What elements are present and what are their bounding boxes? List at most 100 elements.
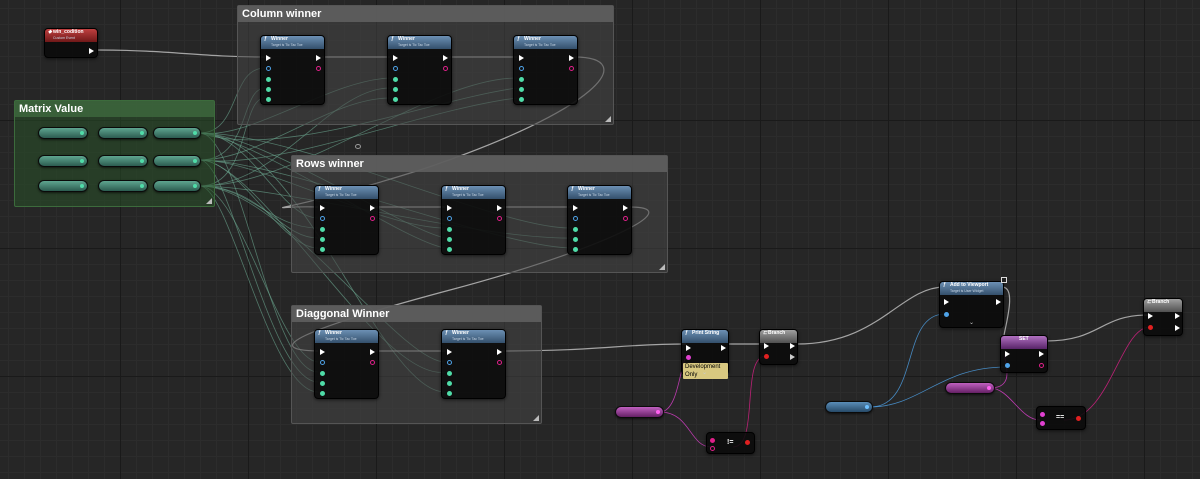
resize-handle-icon[interactable] bbox=[605, 116, 611, 122]
set-node[interactable]: SET bbox=[1000, 335, 1048, 373]
target-pin-icon[interactable] bbox=[320, 216, 325, 221]
condition-pin-icon[interactable] bbox=[764, 354, 769, 359]
winner-node[interactable]: ƒ Winner Target is Tic Tac Toe bbox=[314, 185, 379, 255]
bool-out-pin-icon[interactable] bbox=[569, 66, 574, 71]
exec-out-pin-icon[interactable] bbox=[996, 299, 1001, 305]
vector-in-pin-icon[interactable] bbox=[393, 77, 398, 82]
vector-in-pin-icon[interactable] bbox=[519, 97, 524, 102]
bool-out-pin-icon[interactable] bbox=[1039, 363, 1044, 368]
resize-handle-icon[interactable] bbox=[659, 264, 665, 270]
winner-node[interactable]: ƒ Winner Target is Tic Tac Toe bbox=[387, 35, 452, 105]
exec-in-pin-icon[interactable] bbox=[320, 349, 325, 355]
matrix-value-getter[interactable] bbox=[98, 155, 148, 167]
vector-in-pin-icon[interactable] bbox=[519, 87, 524, 92]
vector-in-pin-icon[interactable] bbox=[320, 227, 325, 232]
exec-in-pin-icon[interactable] bbox=[573, 205, 578, 211]
chevron-down-icon[interactable]: ⌄ bbox=[702, 369, 707, 376]
vector-in-pin-icon[interactable] bbox=[320, 381, 325, 386]
string-pin-icon[interactable] bbox=[686, 355, 691, 360]
input-pin-icon[interactable] bbox=[710, 438, 715, 443]
variable-getter[interactable] bbox=[615, 406, 664, 418]
winner-node[interactable]: ƒ Winner Target is Tic Tac Toe bbox=[441, 185, 506, 255]
resize-handle-icon[interactable] bbox=[533, 415, 539, 421]
bool-out-pin-icon[interactable] bbox=[316, 66, 321, 71]
reroute-node-icon[interactable] bbox=[355, 144, 361, 149]
matrix-value-getter[interactable] bbox=[98, 127, 148, 139]
vector-in-pin-icon[interactable] bbox=[573, 227, 578, 232]
matrix-value-getter[interactable] bbox=[38, 127, 88, 139]
false-exec-pin-icon[interactable] bbox=[790, 354, 795, 360]
input-pin-icon[interactable] bbox=[710, 446, 715, 451]
condition-pin-icon[interactable] bbox=[1148, 325, 1153, 330]
exec-in-pin-icon[interactable] bbox=[393, 55, 398, 61]
bool-out-pin-icon[interactable] bbox=[443, 66, 448, 71]
resize-handle-icon[interactable] bbox=[206, 198, 212, 204]
variable-getter[interactable] bbox=[945, 382, 995, 394]
bool-out-pin-icon[interactable] bbox=[623, 216, 628, 221]
bool-out-pin-icon[interactable] bbox=[497, 216, 502, 221]
exec-in-pin-icon[interactable] bbox=[764, 343, 769, 349]
vector-in-pin-icon[interactable] bbox=[447, 247, 452, 252]
target-pin-icon[interactable] bbox=[266, 66, 271, 71]
false-exec-pin-icon[interactable] bbox=[1175, 325, 1180, 331]
matrix-value-getter[interactable] bbox=[38, 155, 88, 167]
vector-in-pin-icon[interactable] bbox=[573, 247, 578, 252]
exec-in-pin-icon[interactable] bbox=[447, 349, 452, 355]
vector-in-pin-icon[interactable] bbox=[447, 237, 452, 242]
exec-out-pin-icon[interactable] bbox=[623, 205, 628, 211]
winner-node[interactable]: ƒ Winner Target is Tic Tac Toe bbox=[260, 35, 325, 105]
vector-in-pin-icon[interactable] bbox=[447, 381, 452, 386]
target-pin-icon[interactable] bbox=[573, 216, 578, 221]
exec-out-pin-icon[interactable] bbox=[370, 349, 375, 355]
variable-getter[interactable] bbox=[825, 401, 873, 413]
object-pin-icon[interactable] bbox=[1005, 363, 1010, 368]
exec-in-pin-icon[interactable] bbox=[266, 55, 271, 61]
add-to-viewport-node[interactable]: ƒ Add to Viewport Target is User Widget … bbox=[939, 281, 1004, 328]
exec-out-pin-icon[interactable] bbox=[89, 48, 94, 54]
exec-in-pin-icon[interactable] bbox=[519, 55, 524, 61]
matrix-value-getter[interactable] bbox=[153, 180, 201, 192]
bool-out-pin-icon[interactable] bbox=[745, 440, 750, 445]
bool-out-pin-icon[interactable] bbox=[1076, 416, 1081, 421]
winner-node[interactable]: ƒ Winner Target is Tic Tac Toe bbox=[567, 185, 632, 255]
winner-node[interactable]: ƒ Winner Target is Tic Tac Toe bbox=[441, 329, 506, 399]
matrix-value-getter[interactable] bbox=[153, 155, 201, 167]
exec-out-pin-icon[interactable] bbox=[316, 55, 321, 61]
vector-in-pin-icon[interactable] bbox=[320, 247, 325, 252]
winner-node[interactable]: ƒ Winner Target is Tic Tac Toe bbox=[513, 35, 578, 105]
matrix-value-getter[interactable] bbox=[38, 180, 88, 192]
vector-in-pin-icon[interactable] bbox=[266, 97, 271, 102]
bool-out-pin-icon[interactable] bbox=[370, 360, 375, 365]
vector-in-pin-icon[interactable] bbox=[573, 237, 578, 242]
exec-out-pin-icon[interactable] bbox=[497, 205, 502, 211]
exec-in-pin-icon[interactable] bbox=[686, 345, 691, 351]
target-pin-icon[interactable] bbox=[447, 360, 452, 365]
exec-out-pin-icon[interactable] bbox=[370, 205, 375, 211]
matrix-value-getter[interactable] bbox=[153, 127, 201, 139]
exec-out-pin-icon[interactable] bbox=[569, 55, 574, 61]
exec-in-pin-icon[interactable] bbox=[320, 205, 325, 211]
vector-in-pin-icon[interactable] bbox=[447, 391, 452, 396]
custom-event-node[interactable]: ◆ win_codition Custom Event bbox=[44, 28, 98, 58]
not-equal-node[interactable]: != bbox=[706, 432, 755, 454]
vector-in-pin-icon[interactable] bbox=[393, 87, 398, 92]
input-pin-icon[interactable] bbox=[1040, 421, 1045, 426]
vector-in-pin-icon[interactable] bbox=[447, 227, 452, 232]
target-pin-icon[interactable] bbox=[393, 66, 398, 71]
vector-in-pin-icon[interactable] bbox=[320, 391, 325, 396]
vector-in-pin-icon[interactable] bbox=[320, 371, 325, 376]
print-string-node[interactable]: ƒ Print String Development Only ⌄ bbox=[681, 329, 729, 379]
target-pin-icon[interactable] bbox=[944, 312, 949, 317]
true-exec-pin-icon[interactable] bbox=[1175, 313, 1180, 319]
vector-in-pin-icon[interactable] bbox=[266, 87, 271, 92]
matrix-value-getter[interactable] bbox=[98, 180, 148, 192]
exec-in-pin-icon[interactable] bbox=[447, 205, 452, 211]
vector-in-pin-icon[interactable] bbox=[266, 77, 271, 82]
vector-in-pin-icon[interactable] bbox=[519, 77, 524, 82]
vector-in-pin-icon[interactable] bbox=[393, 97, 398, 102]
exec-out-pin-icon[interactable] bbox=[721, 345, 726, 351]
bool-out-pin-icon[interactable] bbox=[497, 360, 502, 365]
target-pin-icon[interactable] bbox=[447, 216, 452, 221]
input-pin-icon[interactable] bbox=[1040, 412, 1045, 417]
exec-out-pin-icon[interactable] bbox=[497, 349, 502, 355]
